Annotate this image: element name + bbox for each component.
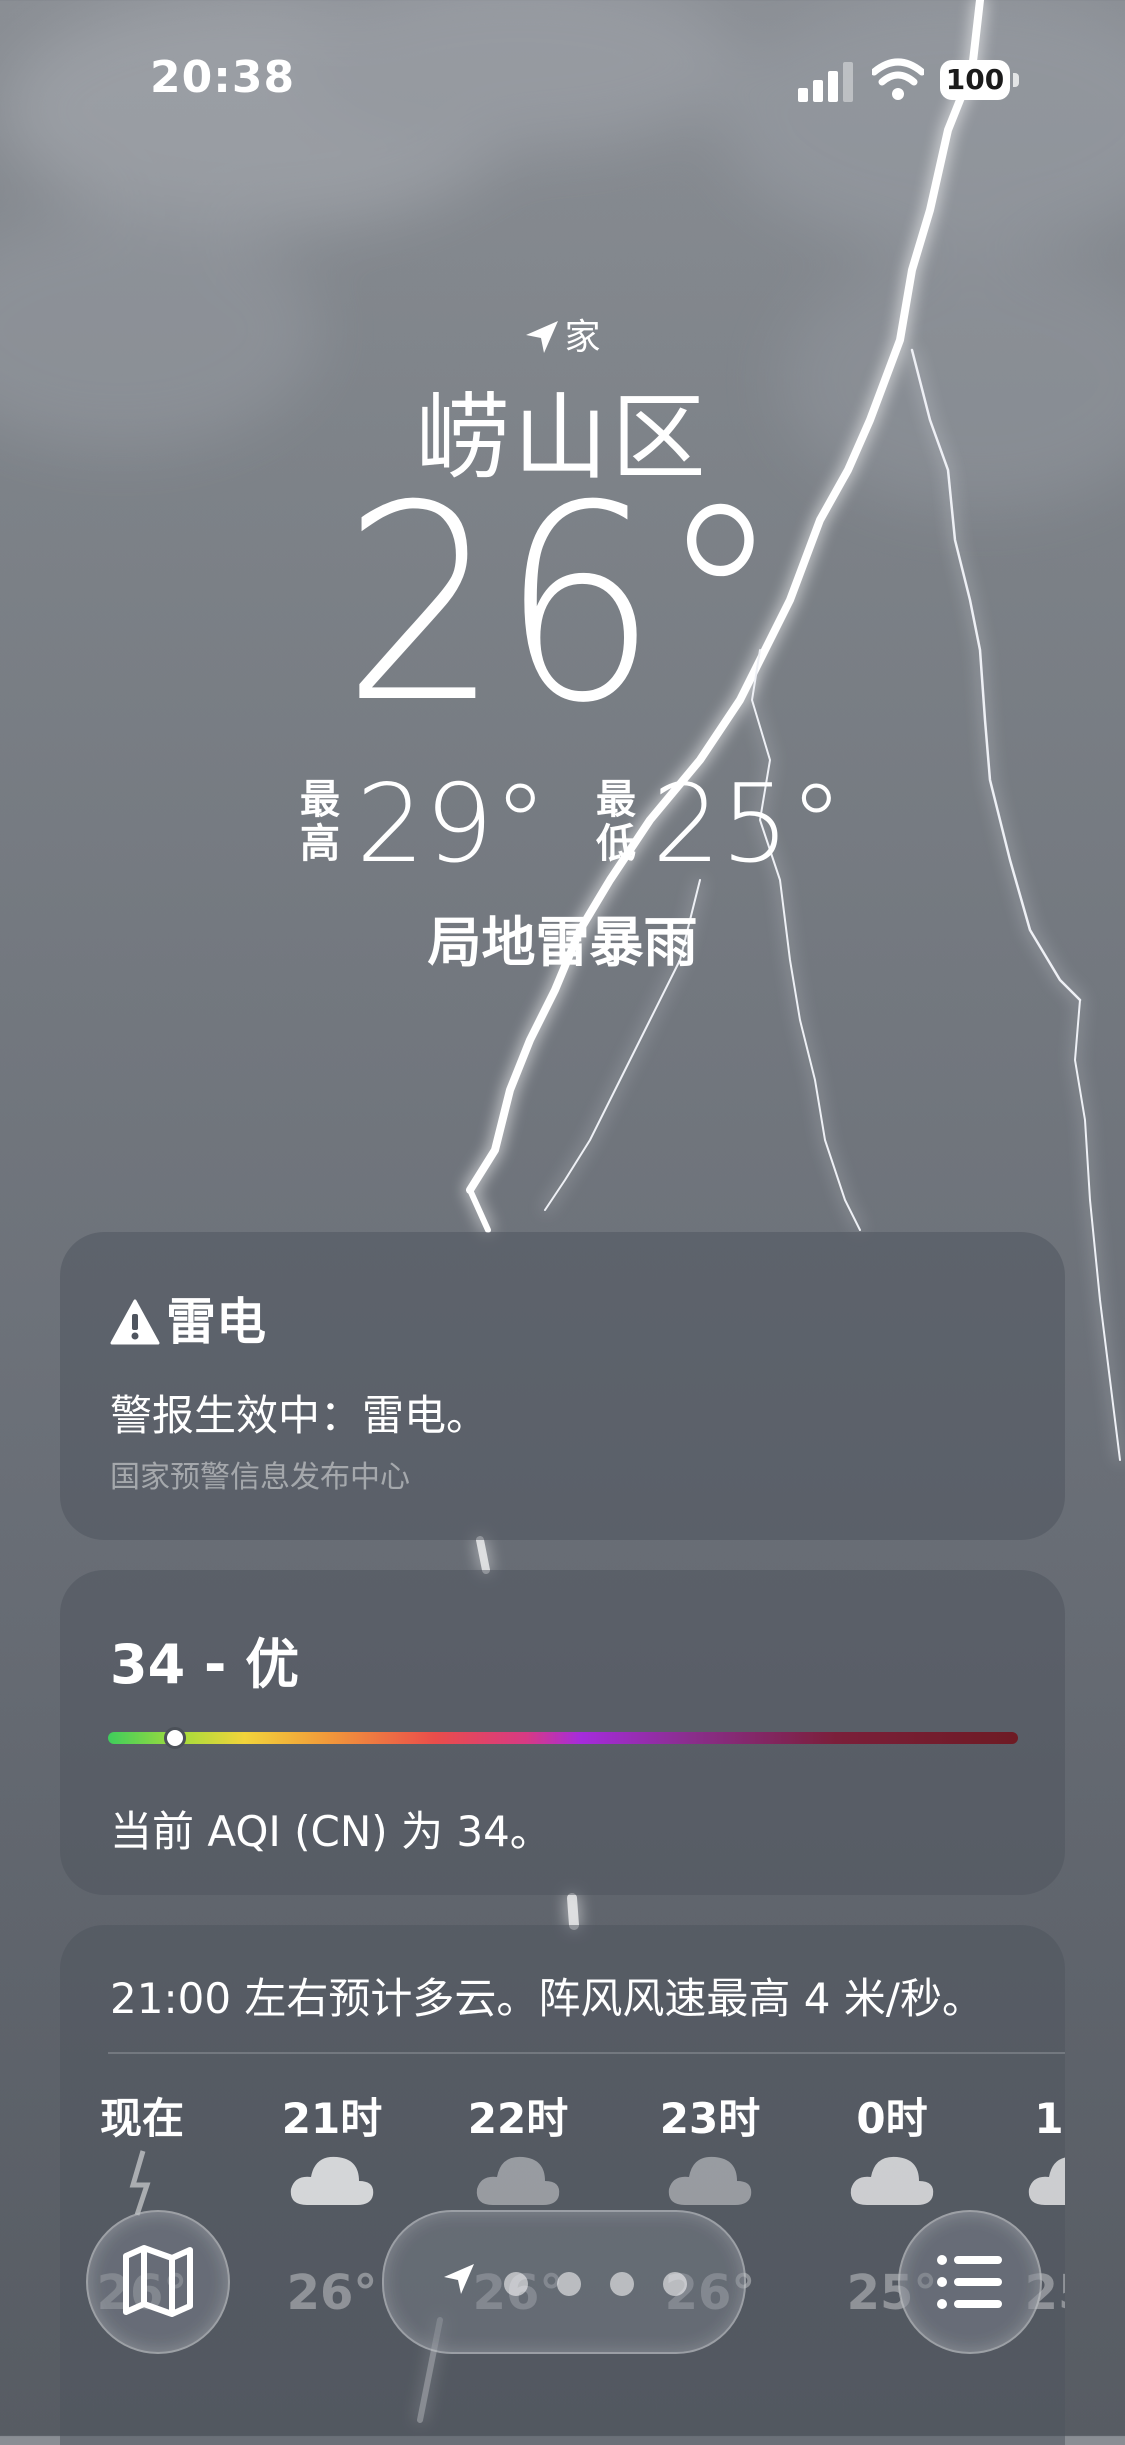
aqi-description: 当前 AQI (CN) 为 34。 [110, 1807, 552, 1856]
high-temperature: 29° [356, 762, 548, 887]
location-label-row: 家 [0, 308, 1125, 360]
map-button[interactable] [86, 2210, 230, 2354]
alert-title: 雷电 [166, 1293, 266, 1351]
high-low-temps: 最高 29° 最低 25° [0, 770, 1125, 880]
map-icon [123, 2245, 193, 2317]
high-label: 最高 [300, 777, 340, 867]
page-dot[interactable] [557, 2272, 581, 2296]
alert-title-row: 雷电 [110, 1282, 266, 1354]
location-label: 家 [564, 317, 601, 358]
hour-label: 21时 [281, 2094, 383, 2143]
current-temperature: 26° [342, 447, 783, 762]
battery-level: 100 [940, 60, 1010, 100]
cellular-signal-icon [798, 62, 853, 102]
low-label: 最低 [596, 777, 636, 867]
list-icon [937, 2255, 1002, 2309]
wifi-icon [872, 58, 924, 100]
severe-weather-alert-card[interactable]: 雷电 警报生效中：雷电。 国家预警信息发布中心 [60, 1232, 1065, 1540]
page-indicator[interactable] [382, 2210, 746, 2354]
location-list-button[interactable] [898, 2210, 1042, 2354]
divider [108, 2052, 1065, 2054]
aqi-indicator-dot [164, 1727, 186, 1749]
air-quality-card[interactable]: 34 - 优 当前 AQI (CN) 为 34。 [60, 1570, 1065, 1895]
hour-label: 23时 [659, 2094, 761, 2143]
battery-indicator: 100 [940, 60, 1020, 102]
hourly-summary: 21:00 左右预计多云。阵风风速最高 4 米/秒。 [110, 1974, 984, 2023]
page-dot[interactable] [504, 2272, 528, 2296]
low-temperature: 25° [652, 762, 844, 887]
hour-label: 1时 [1034, 2094, 1065, 2143]
hour-label: 0时 [856, 2094, 928, 2143]
hourly-forecast-card[interactable]: 21:00 左右预计多云。阵风风速最高 4 米/秒。 现在 26° 21时 26… [60, 1925, 1065, 2445]
condition-text: 局地雷暴雨 [427, 911, 698, 974]
location-arrow-icon [526, 321, 559, 353]
status-time: 20:38 [150, 52, 296, 103]
hour-label: 22时 [467, 2094, 569, 2143]
page-dot[interactable] [610, 2272, 634, 2296]
aqi-title: 34 - 优 [110, 1633, 300, 1696]
hour-label: 现在 [99, 2094, 184, 2143]
current-location-page-icon [444, 2264, 474, 2294]
alert-source: 国家预警信息发布中心 [110, 1460, 410, 1495]
warning-triangle-icon [110, 1299, 160, 1345]
aqi-gradient-bar [108, 1732, 1018, 1744]
page-dot[interactable] [663, 2272, 687, 2296]
alert-body: 警报生效中：雷电。 [110, 1391, 489, 1440]
